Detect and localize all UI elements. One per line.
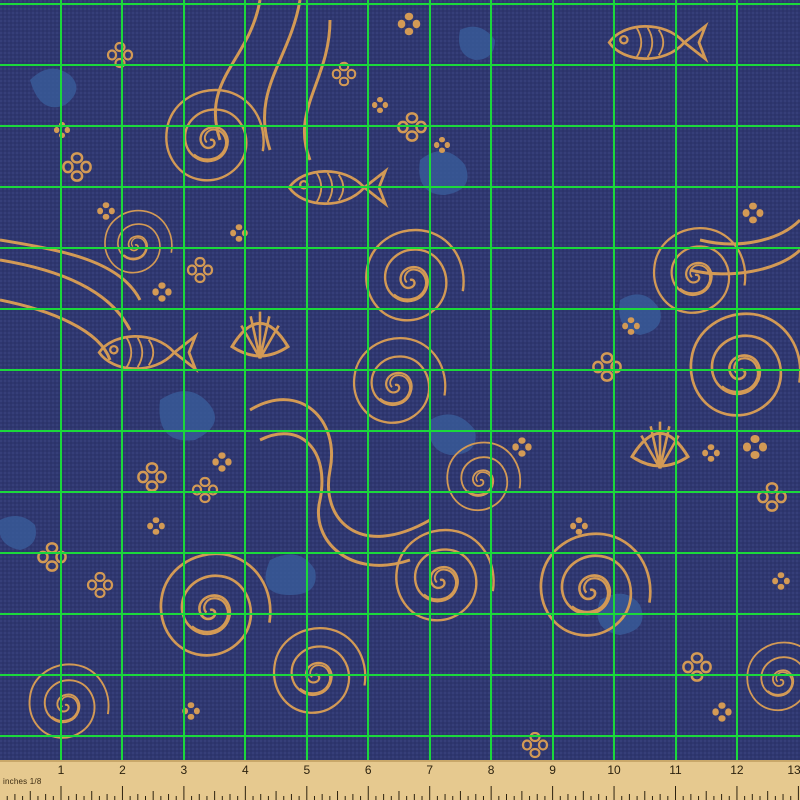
ruler-number: 8 (487, 763, 495, 777)
fabric-swatch (0, 0, 800, 760)
ruler-number: 13 (787, 763, 800, 777)
ruler-number: 9 (549, 763, 556, 777)
ruler-number: 3 (180, 763, 188, 777)
ruler-number: 5 (303, 763, 311, 777)
ruler-number: 11 (669, 763, 682, 777)
ruler-number: 1 (57, 763, 65, 777)
ruler-unit-label: inches 1/8 (3, 777, 42, 786)
ruler-number: 4 (242, 763, 249, 777)
ruler-number: 6 (364, 763, 372, 777)
ruler-number: 12 (730, 763, 744, 777)
ruler-number: 7 (426, 763, 434, 777)
ruler-number: 10 (607, 763, 621, 777)
product-photo: inches 1/8 1 2 3 4 5 6 7 8 9 10 11 12 13 (0, 0, 800, 800)
ruler-number: 2 (119, 763, 126, 777)
